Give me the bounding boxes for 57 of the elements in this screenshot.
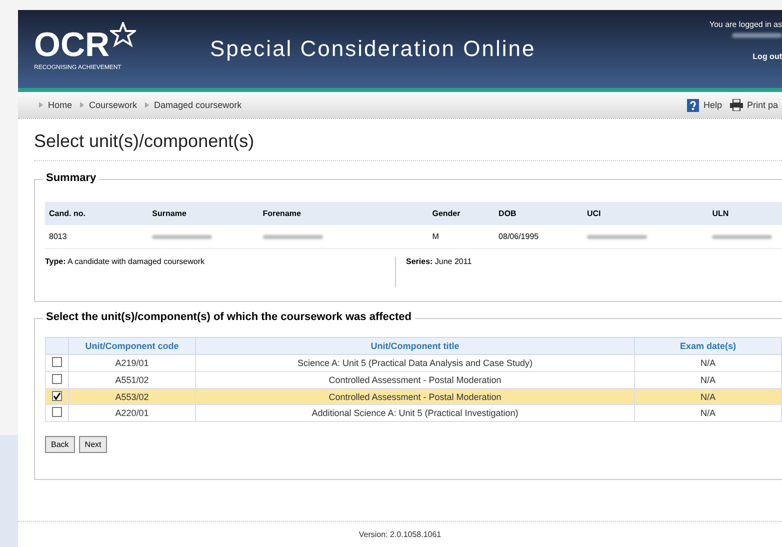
table-cell: Controlled Assessment - Postal Moderation	[196, 388, 634, 404]
form-button[interactable]: Next	[78, 436, 108, 453]
site-title: Special Consideration Online	[210, 36, 536, 62]
type-text: Type: A candidate with damaged coursework	[45, 257, 396, 287]
page-title: Select unit(s)/component(s)	[34, 131, 782, 161]
column-header: UCI	[582, 202, 708, 225]
column-header: Forename	[258, 202, 428, 225]
star-icon	[110, 22, 136, 48]
table-cell: N/A	[634, 404, 782, 422]
breadcrumb-link[interactable]: Home	[48, 100, 72, 110]
login-text: You are logged in as	[709, 20, 782, 29]
chevron-icon	[145, 102, 150, 108]
form-button[interactable]: Back	[45, 436, 75, 453]
column-header: Exam date(s)	[634, 338, 782, 354]
column-header: Cand. no.	[45, 202, 148, 225]
breadcrumb-link[interactable]: Damaged coursework	[154, 100, 242, 110]
table-cell: 08/06/1995	[494, 225, 583, 248]
table-cell: Science A: Unit 5 (Practical Data Analysis and Case Study)	[196, 354, 634, 372]
column-header: Gender	[428, 202, 495, 225]
series-text: Series: June 2011	[405, 257, 472, 268]
column-header: DOB	[494, 202, 583, 225]
column-header: Unit/Component code	[68, 338, 196, 354]
table-cell: A553/02	[68, 388, 196, 404]
blurred-text	[262, 234, 323, 238]
table-cell: A220/01	[68, 404, 196, 422]
table-row[interactable]: A219/01 Science A: Unit 5 (Practical Data Analysis and Case Study) N/A	[46, 354, 782, 372]
table-cell: A219/01	[68, 354, 196, 372]
version-text: Version: 2.0.1058.1061	[358, 530, 442, 539]
table-cell: M	[428, 225, 495, 248]
panel-legend: Select the unit(s)/component(s) of which the coursework was affected	[43, 311, 415, 323]
blurred-username	[732, 33, 782, 38]
column-header: Unit/Component title	[196, 338, 634, 354]
table-cell: 8013	[45, 225, 148, 248]
blurred-text	[152, 234, 212, 238]
help-icon	[687, 98, 700, 112]
chevron-icon	[39, 102, 43, 108]
checkbox[interactable]	[52, 391, 62, 401]
blurred-text	[586, 234, 647, 238]
table-cell: N/A	[634, 388, 782, 404]
logo-text: OCR	[34, 28, 110, 62]
printer-icon	[730, 99, 743, 111]
breadcrumb-link[interactable]: Coursework	[89, 100, 138, 110]
table-cell: Additional Science A: Unit 5 (Practical Investigation)	[196, 404, 634, 422]
blurred-text	[712, 234, 772, 238]
table-cell: N/A	[634, 354, 782, 372]
column-header: ULN	[708, 202, 782, 225]
column-header: Surname	[148, 202, 259, 225]
checkbox[interactable]	[52, 374, 62, 384]
toolbar-link[interactable]: Print pa	[746, 100, 778, 110]
checkbox[interactable]	[52, 407, 62, 417]
panel-legend: Summary	[43, 172, 100, 184]
table-row[interactable]: A553/02 Controlled Assessment - Postal Moderation N/A	[46, 388, 782, 404]
chevron-icon	[80, 102, 84, 108]
toolbar-link[interactable]: Help	[703, 100, 722, 110]
logout-link[interactable]: Log out	[752, 52, 782, 61]
table-row[interactable]: A220/01 Additional Science A: Unit 5 (Practical Investigation) N/A	[46, 404, 782, 422]
checkbox[interactable]	[52, 357, 62, 367]
